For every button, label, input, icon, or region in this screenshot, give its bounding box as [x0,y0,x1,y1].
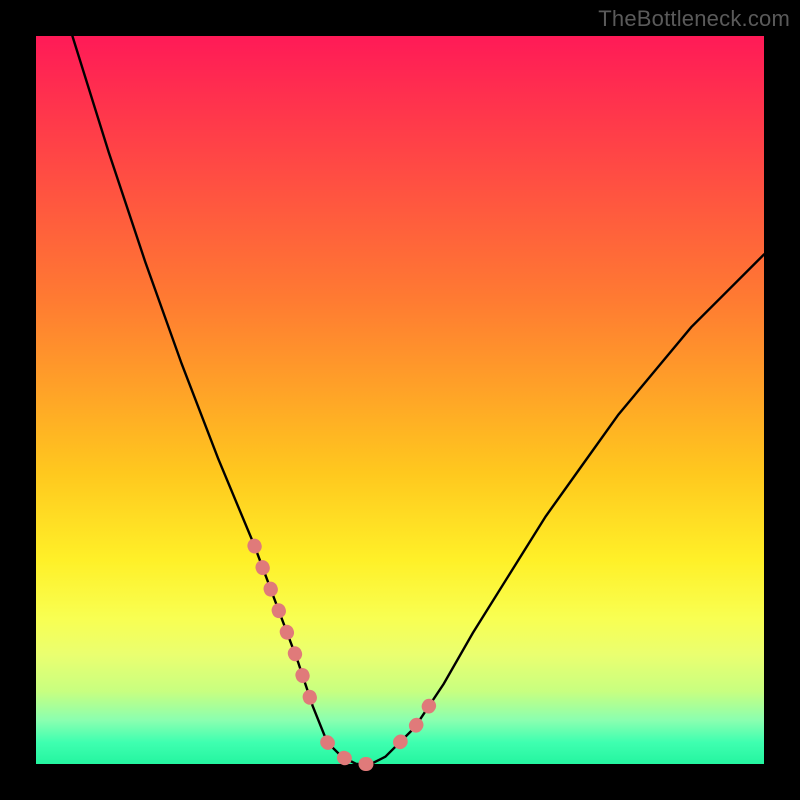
chart-frame: TheBottleneck.com [0,0,800,800]
watermark-label: TheBottleneck.com [598,6,790,32]
curve-layer [36,36,764,764]
highlight-right [400,706,429,742]
highlight-left [254,546,312,706]
plot-area [36,36,764,764]
bottleneck-curve [72,36,764,764]
